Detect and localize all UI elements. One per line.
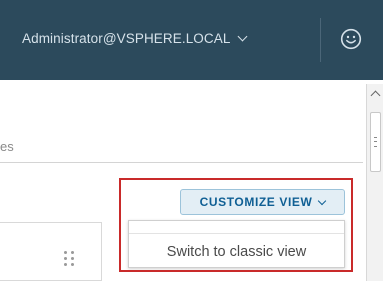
chevron-down-icon <box>238 31 248 41</box>
portlet-card <box>0 222 102 281</box>
smiley-face-icon[interactable] <box>340 28 362 50</box>
user-menu-label: Administrator@VSPHERE.LOCAL <box>22 30 231 46</box>
annotation-highlight-box <box>119 178 353 272</box>
section-label: es <box>0 139 14 154</box>
user-menu[interactable]: Administrator@VSPHERE.LOCAL <box>22 28 248 48</box>
section-divider <box>0 162 363 163</box>
header-divider <box>320 18 321 62</box>
scrollbar-thumb[interactable] <box>370 112 381 172</box>
grip-icon <box>374 137 377 147</box>
drag-handle-icon[interactable] <box>64 251 74 266</box>
top-header-bar: Administrator@VSPHERE.LOCAL <box>0 0 383 80</box>
vertical-scrollbar[interactable] <box>366 84 383 281</box>
chevron-up-icon[interactable] <box>370 90 381 101</box>
